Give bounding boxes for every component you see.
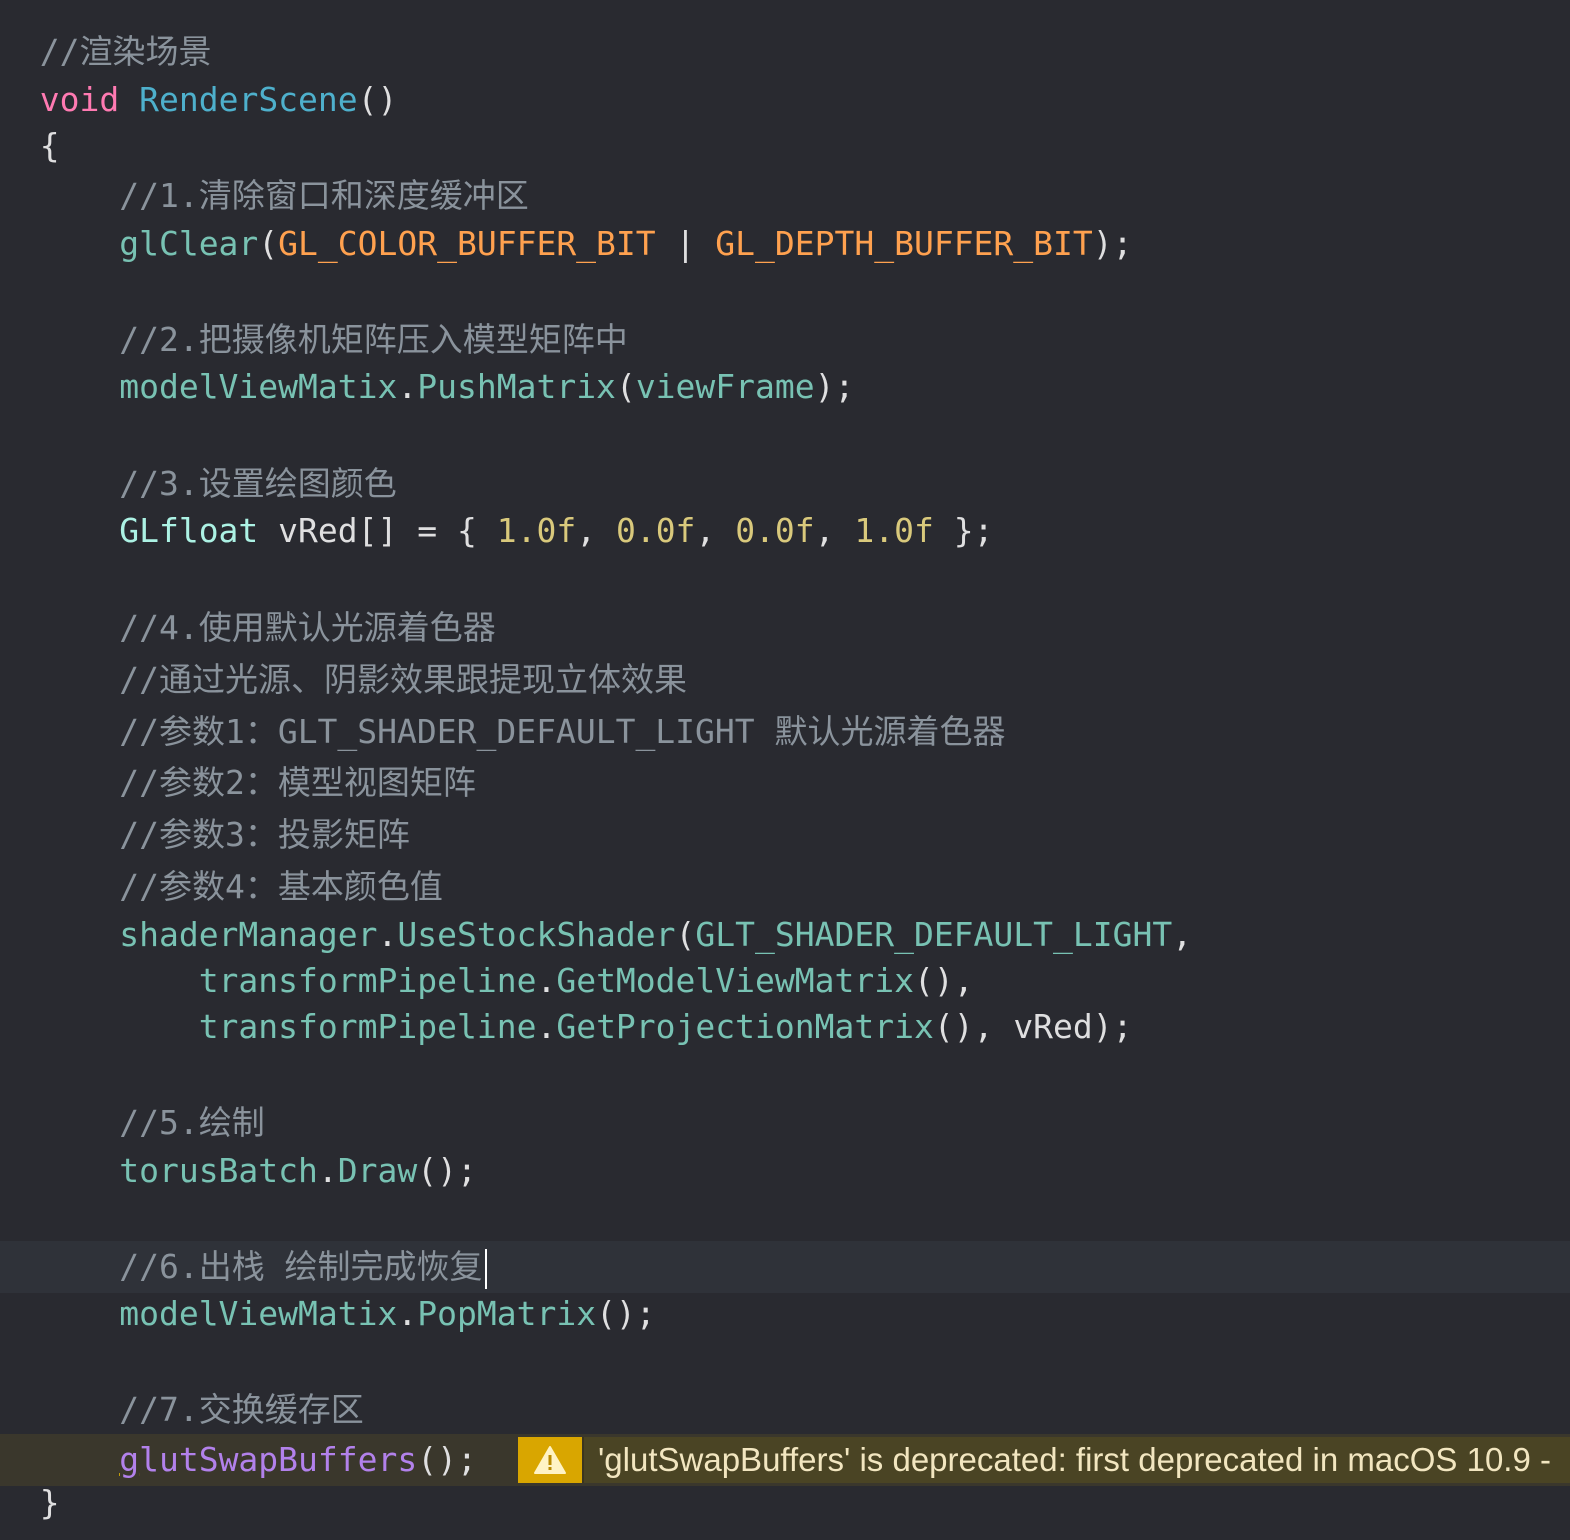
code-line[interactable]: GLfloat vRed[] = { 1.0f, 0.0f, 0.0f, 1.0… xyxy=(0,505,1570,557)
code-line[interactable]: shaderManager.UseStockShader(GLT_SHADER_… xyxy=(0,909,1570,961)
punctuation-token: (); xyxy=(417,1151,477,1190)
comment-text: //1.清除窗口和深度缓冲区 xyxy=(119,176,529,215)
punctuation-token: . xyxy=(317,1151,338,1190)
comment-text: //4.使用默认光源着色器 xyxy=(119,608,496,647)
punctuation-token: (); xyxy=(596,1294,656,1333)
punctuation-token: , xyxy=(576,511,616,550)
comment-text: //参数2：模型视图矩阵 xyxy=(119,763,476,802)
comment-text: //3.设置绘图颜色 xyxy=(119,464,397,503)
current-code-line[interactable]: //6.出栈 绘制完成恢复 xyxy=(0,1241,1570,1293)
code-line[interactable]: //4.使用默认光源着色器 xyxy=(0,602,1570,654)
variable-token: transformPipeline xyxy=(198,961,537,1000)
method-token: GetProjectionMatrix xyxy=(556,1007,934,1046)
comment-text: //渲染场景 xyxy=(39,32,212,71)
comment-text: //2.把摄像机矩阵压入模型矩阵中 xyxy=(119,320,628,359)
code-line[interactable]: //参数4：基本颜色值 xyxy=(0,861,1570,913)
code-line[interactable]: //参数3：投影矩阵 xyxy=(0,809,1570,861)
punctuation-token: }; xyxy=(933,511,994,550)
macro-token: GL_DEPTH_BUFFER_BIT xyxy=(715,224,1093,263)
code-line[interactable]: //5.绘制 xyxy=(0,1097,1570,1149)
variable-token: modelViewMatix xyxy=(119,1294,398,1333)
type-token: GLfloat xyxy=(119,511,259,550)
number-token: 0.0f xyxy=(735,511,815,550)
comment-text: //6.出栈 绘制完成恢复 xyxy=(119,1247,483,1286)
variable-token: transformPipeline xyxy=(198,1007,537,1046)
method-token: PopMatrix xyxy=(417,1294,597,1333)
argument-token: vRed xyxy=(1013,1007,1093,1046)
warning-message: 'glutSwapBuffers' is deprecated: first d… xyxy=(598,1441,1551,1478)
comment-text: //参数4：基本颜色值 xyxy=(119,867,443,906)
code-line[interactable]: { xyxy=(0,120,1570,172)
punctuation-token: ( xyxy=(615,367,636,406)
punctuation-token: ); xyxy=(1092,224,1133,263)
punctuation-token: (), xyxy=(913,961,974,1000)
punctuation-token: (), xyxy=(933,1007,1014,1046)
punctuation-token: . xyxy=(536,961,557,1000)
code-line[interactable]: //3.设置绘图颜色 xyxy=(0,458,1570,510)
declaration-token: vRed[] = { xyxy=(258,511,497,550)
code-line[interactable]: //1.清除窗口和深度缓冲区 xyxy=(0,170,1570,222)
comment-text: //参数3：投影矩阵 xyxy=(119,815,410,854)
code-line[interactable]: modelViewMatix.PopMatrix(); xyxy=(0,1288,1570,1340)
method-token: UseStockShader xyxy=(397,915,676,954)
code-editor[interactable]: //渲染场景 void RenderScene() { //1.清除窗口和深度缓… xyxy=(0,0,1570,1540)
number-token: 1.0f xyxy=(496,511,577,550)
function-call-token: glClear xyxy=(119,224,259,263)
method-token: GetModelViewMatrix xyxy=(556,961,914,1000)
comment-text: //通过光源、阴影效果跟提现立体效果 xyxy=(119,660,687,699)
comment-text: //7.交换缓存区 xyxy=(119,1390,364,1429)
code-line[interactable]: void RenderScene() xyxy=(0,74,1570,126)
code-line[interactable]: glClear(GL_COLOR_BUFFER_BIT | GL_DEPTH_B… xyxy=(0,218,1570,270)
punctuation-token: () xyxy=(357,80,398,119)
punctuation-token: , xyxy=(695,511,736,550)
warning-icon-box[interactable] xyxy=(518,1437,584,1483)
macro-token: GL_COLOR_BUFFER_BIT xyxy=(278,224,656,263)
punctuation-token: ( xyxy=(258,224,279,263)
code-line[interactable]: torusBatch.Draw(); xyxy=(0,1145,1570,1197)
code-line[interactable]: //参数1：GLT_SHADER_DEFAULT_LIGHT 默认光源着色器 xyxy=(0,706,1570,758)
keyword-token: void xyxy=(39,80,120,119)
code-line[interactable]: //参数2：模型视图矩阵 xyxy=(0,757,1570,809)
comment-text: //5.绘制 xyxy=(119,1103,265,1142)
punctuation-token: (); xyxy=(417,1440,477,1479)
code-line[interactable]: //渲染场景 xyxy=(0,26,1570,78)
code-line[interactable]: modelViewMatix.PushMatrix(viewFrame); xyxy=(0,361,1570,413)
code-line[interactable]: //通过光源、阴影效果跟提现立体效果 xyxy=(0,654,1570,706)
punctuation-token: ); xyxy=(1092,1007,1133,1046)
method-token: PushMatrix xyxy=(417,367,616,406)
warning-triangle-icon xyxy=(534,1446,566,1474)
deprecated-function-token: lutSwapBuffers xyxy=(139,1440,418,1479)
number-token: 0.0f xyxy=(615,511,696,550)
operator-token: | xyxy=(655,224,716,263)
code-line[interactable]: //7.交换缓存区 xyxy=(0,1384,1570,1436)
variable-token: modelViewMatix xyxy=(119,367,398,406)
punctuation-token: . xyxy=(536,1007,557,1046)
code-line[interactable]: transformPipeline.GetModelViewMatrix(), xyxy=(0,955,1570,1007)
deprecated-token-first-char: g xyxy=(119,1440,140,1479)
deprecation-warning-banner[interactable]: 'glutSwapBuffers' is deprecated: first d… xyxy=(518,1437,1570,1483)
brace-token: { xyxy=(39,126,60,165)
argument-token: viewFrame xyxy=(635,367,815,406)
punctuation-token: , xyxy=(814,511,855,550)
argument-token: GLT_SHADER_DEFAULT_LIGHT xyxy=(695,915,1173,954)
text-cursor xyxy=(484,1248,487,1289)
code-line[interactable]: transformPipeline.GetProjectionMatrix(),… xyxy=(0,1001,1570,1053)
function-name-token: RenderScene xyxy=(139,80,358,119)
code-line[interactable]: } xyxy=(0,1477,1570,1529)
brace-token: } xyxy=(39,1483,60,1522)
comment-text: //参数1：GLT_SHADER_DEFAULT_LIGHT 默认光源着色器 xyxy=(119,712,1006,751)
variable-token: shaderManager xyxy=(119,915,378,954)
punctuation-token: , xyxy=(1172,915,1193,954)
variable-token: torusBatch xyxy=(119,1151,318,1190)
code-line[interactable]: //2.把摄像机矩阵压入模型矩阵中 xyxy=(0,314,1570,366)
number-token: 1.0f xyxy=(854,511,934,550)
punctuation-token: ( xyxy=(675,915,696,954)
punctuation-token: ); xyxy=(814,367,855,406)
punctuation-token: . xyxy=(377,915,398,954)
method-token: Draw xyxy=(337,1151,418,1190)
punctuation-token: . xyxy=(397,1294,418,1333)
punctuation-token: . xyxy=(397,367,418,406)
